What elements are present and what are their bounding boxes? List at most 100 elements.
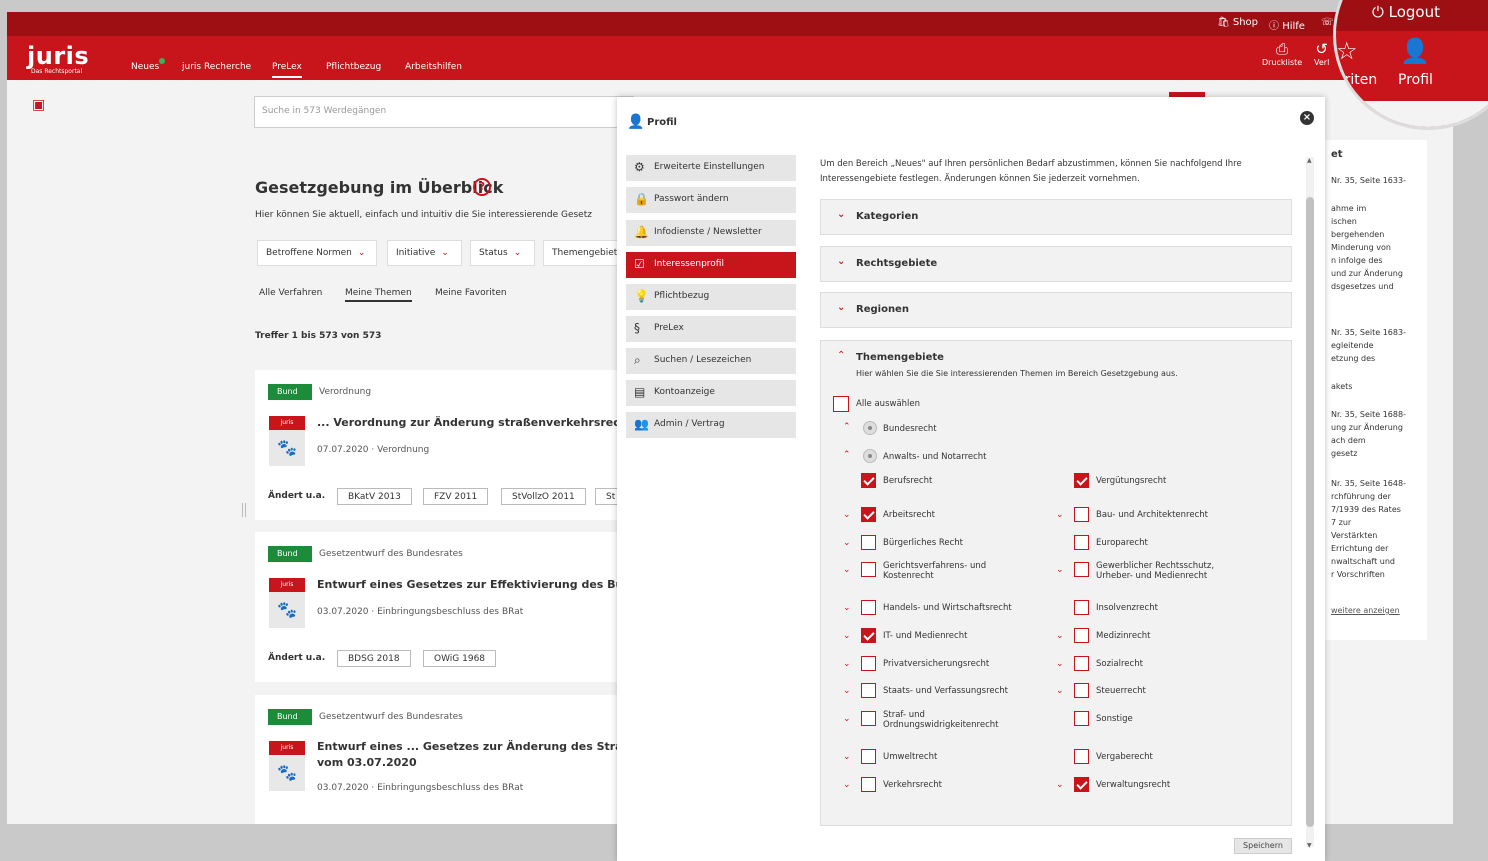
menu-item-passwort[interactable]: 🔒 Passwort ändern (626, 187, 796, 213)
topic-checkbox[interactable] (861, 600, 876, 615)
accordion-regionen[interactable]: ⌄ Regionen (820, 292, 1292, 328)
nav-pflichtbezug[interactable]: Pflichtbezug (326, 62, 381, 72)
topic-checkbox[interactable] (861, 507, 876, 522)
card-title[interactable]: Entwurf eines ... Gesetzes zur Änderung … (317, 740, 657, 753)
chevron-down-icon[interactable]: ⌄ (843, 603, 851, 613)
topic-checkbox[interactable] (861, 749, 876, 764)
chevron-down-icon[interactable]: ⌄ (843, 631, 851, 641)
nav-neues[interactable]: Neues (131, 62, 159, 72)
help-icon[interactable]: ? (473, 178, 491, 196)
topic-checkbox[interactable] (1074, 562, 1089, 577)
norm-tag[interactable]: FZV 2011 (423, 488, 489, 505)
card-title[interactable]: Entwurf eines Gesetzes zur Effektivierun… (317, 578, 650, 591)
chevron-down-icon[interactable]: ⌄ (1056, 659, 1064, 669)
scroll-down-arrow[interactable]: ▼ (1307, 842, 1312, 849)
help-link[interactable]: ⓘ Hilfe (1269, 17, 1305, 32)
topic-checkbox[interactable] (861, 656, 876, 671)
bundesrecht-radio[interactable] (863, 421, 877, 435)
menu-item-erweiterte-einstellungen[interactable]: ⚙ Erweiterte Einstellungen (626, 155, 796, 181)
chevron-down-icon[interactable]: ⌄ (1056, 565, 1064, 575)
topic-checkbox[interactable] (861, 777, 876, 792)
chevron-down-icon[interactable]: ⌄ (843, 659, 851, 669)
chevron-down-icon[interactable]: ⌄ (843, 510, 851, 520)
nav-juris-recherche[interactable]: juris Recherche (182, 62, 251, 72)
chevron-down-icon[interactable]: ⌄ (843, 714, 851, 724)
result-card[interactable]: Bund Gesetzentwurf des Bundesrates juris… (255, 532, 650, 682)
chevron-down-icon[interactable]: ⌄ (843, 538, 851, 548)
filter-betroffene-normen[interactable]: Betroffene Normen ⌄ (257, 240, 377, 266)
accordion-kategorien[interactable]: ⌄ Kategorien (820, 199, 1292, 235)
topic-checkbox[interactable] (1074, 683, 1089, 698)
filter-status[interactable]: Status ⌄ (470, 240, 535, 266)
chevron-up-icon[interactable]: ⌃ (843, 422, 851, 432)
norm-tag[interactable]: BKatV 2013 (337, 488, 412, 505)
topic-checkbox[interactable] (1074, 656, 1089, 671)
topic-checkbox[interactable] (1074, 507, 1089, 522)
topic-checkbox[interactable] (861, 628, 876, 643)
scroll-up-arrow[interactable]: ▲ (1307, 157, 1312, 164)
tab-alle-verfahren[interactable]: Alle Verfahren (259, 288, 322, 298)
topic-checkbox[interactable] (1074, 628, 1089, 643)
star-icon[interactable]: ☆ (1336, 37, 1358, 65)
topic-checkbox[interactable] (1074, 473, 1089, 488)
favoriten-label[interactable]: oriten (1336, 72, 1377, 88)
close-icon[interactable]: × (1300, 111, 1314, 125)
chevron-down-icon[interactable]: ⌄ (843, 780, 851, 790)
topic-checkbox[interactable] (1074, 600, 1089, 615)
menu-item-prelex[interactable]: § PreLex (626, 316, 796, 342)
nav-arbeitshilfen[interactable]: Arbeitshilfen (405, 62, 462, 72)
topic-checkbox[interactable] (861, 535, 876, 550)
logout-button[interactable]: ⏻ Logout (1372, 3, 1440, 21)
topic-checkbox[interactable] (1074, 711, 1089, 726)
topic-checkbox[interactable] (861, 473, 876, 488)
menu-item-interessenprofil[interactable]: ☑ Interessenprofil (626, 252, 796, 278)
card-title-line2[interactable]: vom 03.07.2020 (317, 756, 417, 769)
norm-tag[interactable]: BDSG 2018 (337, 650, 411, 667)
themen-title[interactable]: Themengebiete (856, 352, 944, 363)
tab-meine-favoriten[interactable]: Meine Favoriten (435, 288, 507, 298)
filter-themengebiete[interactable]: Themengebiete (543, 240, 623, 266)
accordion-rechtsgebiete[interactable]: ⌄ Rechtsgebiete (820, 246, 1292, 282)
topic-checkbox[interactable] (861, 683, 876, 698)
result-card[interactable]: Bund Verordnung juris 🐾 ... Verordnung zu… (255, 370, 655, 520)
user-icon[interactable]: 👤 (1400, 37, 1430, 65)
chevron-down-icon[interactable]: ⌄ (843, 752, 851, 762)
chevron-down-icon[interactable]: ⌄ (1056, 780, 1064, 790)
resize-handle[interactable] (242, 503, 246, 517)
card-title[interactable]: ... Verordnung zur Änderung straßenverke… (317, 416, 655, 429)
phone-icon[interactable]: ☏ (1321, 17, 1334, 28)
chevron-down-icon[interactable]: ⌄ (843, 686, 851, 696)
more-link[interactable]: weitere anzeigen (1331, 604, 1400, 617)
scrollbar-thumb[interactable] (1306, 197, 1314, 827)
verlauf-button[interactable]: ↺ Verl (1314, 40, 1329, 67)
shop-link[interactable]: 🛍 Shop (1217, 17, 1258, 28)
select-all-checkbox[interactable] (833, 396, 849, 412)
menu-item-pflichtbezug[interactable]: 💡 Pflichtbezug (626, 284, 796, 310)
juris-logo[interactable]: juris Das Rechtsportal (27, 42, 89, 75)
nav-prelex[interactable]: PreLex (272, 62, 302, 78)
topic-checkbox[interactable] (1074, 535, 1089, 550)
menu-item-suchen[interactable]: ⌕ Suchen / Lesezeichen (626, 348, 796, 374)
menu-item-admin[interactable]: 👥 Admin / Vertrag (626, 412, 796, 438)
chevron-down-icon[interactable]: ⌄ (1056, 686, 1064, 696)
search-input[interactable]: Suche in 573 Werdegängen (254, 96, 634, 128)
topic-checkbox[interactable] (1074, 777, 1089, 792)
norm-tag[interactable]: OWiG 1968 (423, 650, 497, 667)
chevron-up-icon[interactable]: ⌃ (843, 450, 851, 460)
topic-checkbox[interactable] (861, 711, 876, 726)
chevron-down-icon[interactable]: ⌄ (843, 565, 851, 575)
norm-tag[interactable]: StVollzO 2011 (501, 488, 586, 505)
druckliste-button[interactable]: ⎙ Druckliste (1262, 40, 1302, 67)
filter-initiative[interactable]: Initiative ⌄ (387, 240, 462, 266)
save-button[interactable]: Speichern (1234, 838, 1292, 854)
menu-item-kontoanzeige[interactable]: ▤ Kontoanzeige (626, 380, 796, 406)
document-icon[interactable]: ▣ (32, 97, 45, 113)
menu-item-infodienste[interactable]: 🔔 Infodienste / Newsletter (626, 220, 796, 246)
topic-checkbox[interactable] (861, 562, 876, 577)
profil-label[interactable]: Profil (1398, 72, 1433, 88)
chevron-up-icon[interactable]: ⌃ (837, 350, 845, 361)
chevron-down-icon[interactable]: ⌄ (1056, 631, 1064, 641)
result-card[interactable]: Bund Gesetzentwurf des Bundesrates juris… (255, 695, 657, 824)
tab-meine-themen[interactable]: Meine Themen (345, 288, 412, 302)
anwaltsrecht-radio[interactable] (863, 449, 877, 463)
